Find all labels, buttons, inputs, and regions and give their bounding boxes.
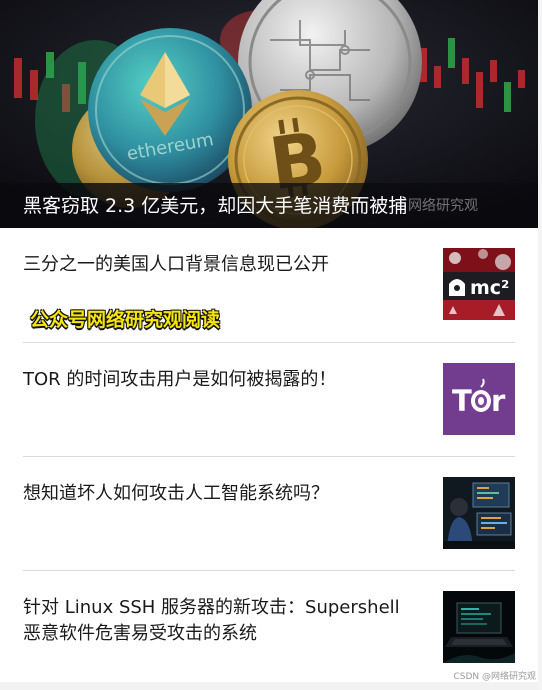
csdn-watermark: CSDN @网络研究观 <box>453 672 536 682</box>
list-item[interactable]: 想知道坏人如何攻击人工智能系统吗？ <box>0 457 538 571</box>
onion-icon: T r <box>443 363 515 435</box>
article-title[interactable]: 想知道坏人如何攻击人工智能系统吗？ <box>23 481 423 507</box>
article-thumbnail[interactable] <box>443 477 515 549</box>
svg-text:T: T <box>452 384 472 418</box>
list-item[interactable]: TOR 的时间攻击用户是如何被揭露的！ T r <box>0 343 538 457</box>
promo-banner: 公众号网络研究观阅读 <box>30 309 221 331</box>
svg-text:r: r <box>491 384 506 418</box>
article-thumbnail[interactable]: T r <box>443 363 515 435</box>
hero-article[interactable]: ethereum B 黑客窃取 2.3 亿美元，却因大手笔消费而被捕 网络研究观 <box>0 0 538 228</box>
article-title[interactable]: TOR 的时间攻击用户是如何被揭露的！ <box>23 367 423 393</box>
article-thumbnail[interactable]: mc² <box>443 248 515 320</box>
article-title[interactable]: 三分之一的美国人口背景信息现已公开 <box>23 252 423 278</box>
thumb-logo-text: mc² <box>470 277 509 299</box>
hero-title[interactable]: 黑客窃取 2.3 亿美元，却因大手笔消费而被捕 <box>23 194 407 218</box>
article-thumbnail[interactable] <box>443 591 515 663</box>
terminal-laptop-icon <box>443 591 515 663</box>
hero-watermark: 网络研究观 <box>408 198 478 214</box>
article-title[interactable]: 针对 Linux SSH 服务器的新攻击：Supershell 恶意软件危害易受… <box>23 595 423 647</box>
hacker-monitors-icon <box>443 477 515 549</box>
scroll-edge <box>538 0 542 690</box>
hooded-figure-icon: mc² <box>443 248 515 320</box>
feed-page: ethereum B 黑客窃取 2.3 亿美元，却因大手笔消费而被捕 网络研究观… <box>0 0 542 690</box>
list-item[interactable]: 针对 Linux SSH 服务器的新攻击：Supershell 恶意软件危害易受… <box>0 571 538 685</box>
